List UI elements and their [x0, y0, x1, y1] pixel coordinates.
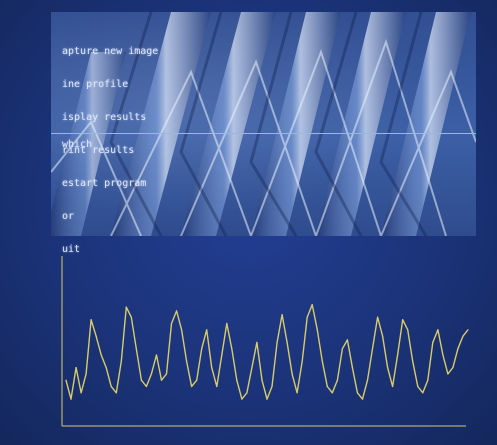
profile-point [231, 348, 233, 350]
program-menu: apture new image ine profile isplay resu… [62, 24, 158, 277]
menu-item-line-profile[interactable]: ine profile [62, 79, 158, 90]
profile-point [361, 398, 364, 400]
profile-point [236, 379, 238, 381]
profile-point [336, 379, 338, 381]
profile-point [150, 373, 153, 375]
profile-point [105, 367, 107, 369]
profile-point [422, 392, 424, 394]
line-profile-chart [61, 256, 469, 427]
profile-point [211, 367, 213, 369]
profile-point [452, 367, 454, 369]
profile-point [85, 373, 87, 375]
crt-monitor-screen: apture new image ine profile isplay resu… [0, 0, 497, 445]
profile-point [286, 341, 288, 343]
profile-point [175, 310, 178, 312]
profile-point [447, 373, 449, 375]
profile-point [437, 329, 439, 331]
profile-point [271, 385, 273, 388]
profile-point [100, 354, 102, 356]
profile-point [165, 373, 168, 375]
profile-point [467, 329, 469, 331]
profile-point [90, 319, 92, 321]
profile-point [135, 348, 137, 350]
profile-point [170, 322, 173, 325]
profile-point [186, 360, 188, 362]
profile-point [371, 348, 374, 350]
profile-point [180, 329, 183, 331]
profile-point [160, 379, 163, 381]
profile-point [417, 385, 419, 388]
profile-point [346, 339, 348, 341]
profile-point [296, 392, 298, 394]
profile-point [221, 354, 223, 356]
profile-point [381, 335, 384, 337]
profile-point [155, 354, 158, 356]
profile-point [70, 398, 72, 400]
profile-point [110, 385, 112, 388]
profile-point [246, 392, 248, 394]
profile-point [266, 398, 268, 400]
profile-point [442, 354, 444, 356]
profile-point [226, 322, 228, 325]
profile-point [356, 392, 359, 394]
profile-point [281, 314, 283, 316]
profile-point [331, 392, 333, 394]
profile-point [376, 316, 379, 318]
profile-point [130, 316, 132, 318]
profile-point [115, 392, 117, 394]
profile-point [397, 354, 399, 356]
profile-point [95, 335, 97, 337]
profile-point [276, 341, 278, 343]
profile-point [412, 360, 414, 362]
profile-point [326, 385, 328, 388]
profile-point [306, 316, 308, 318]
menu-item-display-results[interactable]: isplay results [62, 112, 158, 123]
profile-point [316, 329, 318, 331]
menu-item-or: or [62, 211, 75, 222]
profile-point [402, 319, 404, 321]
profile-point [196, 379, 198, 381]
profile-point [65, 379, 67, 381]
profile-point [462, 335, 464, 337]
profile-point [140, 379, 142, 381]
profile-point [201, 348, 203, 350]
profile-point [366, 379, 369, 381]
profile-point [291, 373, 293, 375]
profile-point [427, 379, 429, 381]
profile-point [351, 367, 354, 369]
profile-point [261, 379, 263, 381]
profile-point [216, 385, 218, 388]
profile-series-line [65, 303, 469, 400]
profile-point [311, 304, 313, 306]
menu-item-restart-program[interactable]: estart program [62, 178, 158, 189]
profile-point [407, 329, 409, 331]
profile-point [241, 398, 243, 400]
profile-point [301, 360, 303, 362]
profile-point [321, 360, 323, 362]
profile-point [145, 385, 147, 388]
command-prompt[interactable]: which [62, 139, 92, 150]
profile-point [251, 367, 253, 369]
profile-point [75, 367, 77, 369]
profile-point [432, 341, 434, 343]
profile-point [341, 348, 343, 350]
horizontal-divider-line [51, 133, 476, 134]
profile-point [191, 385, 193, 388]
profile-point [125, 306, 127, 308]
profile-point [392, 385, 394, 388]
profile-point [256, 341, 258, 343]
profile-point [387, 367, 389, 369]
profile-point [120, 360, 122, 362]
profile-point [457, 348, 459, 350]
profile-point [206, 329, 208, 331]
profile-point [80, 392, 82, 394]
menu-item-capture-new-image[interactable]: apture new image [62, 46, 158, 57]
